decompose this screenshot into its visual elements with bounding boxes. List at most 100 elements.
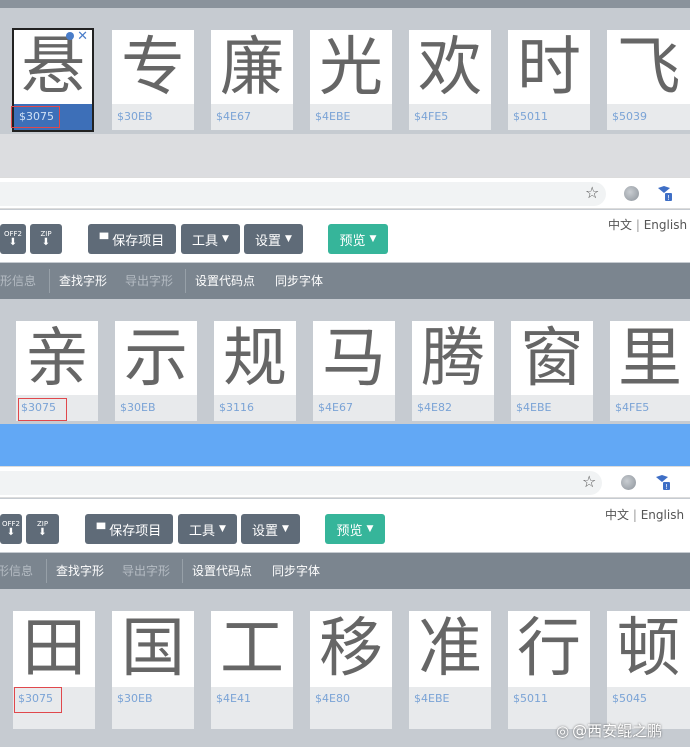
- save-project-button[interactable]: ▀ 保存项目: [85, 514, 173, 544]
- nav-sync-font[interactable]: 同步字体: [275, 263, 323, 299]
- glyph-char: 顿: [616, 612, 681, 686]
- save-label: 保存项目: [112, 233, 165, 249]
- download-zip-button[interactable]: ZIP ⬇: [26, 514, 59, 544]
- glyph-char: 行: [517, 612, 581, 686]
- glyph-tile[interactable]: 里 $4FE5: [610, 321, 690, 421]
- chevron-down-icon: ▼: [222, 234, 229, 244]
- glyph-char: 准: [418, 612, 482, 686]
- glyph-tile[interactable]: 欢 $4FE5: [409, 30, 491, 130]
- lang-en[interactable]: English: [644, 218, 687, 232]
- nav-export-glyph[interactable]: 导出字形: [125, 263, 173, 299]
- glyph-tile[interactable]: 飞 $5039: [607, 30, 690, 130]
- glyph-tile[interactable]: 工 $4E41: [211, 611, 293, 729]
- tools-dropdown[interactable]: 工具 ▼: [178, 514, 237, 544]
- address-bar: ☆ !: [0, 177, 690, 209]
- glyph-tile[interactable]: 专 $30EB: [112, 30, 194, 130]
- drive-icon: ▀: [96, 522, 106, 536]
- save-project-button[interactable]: ▀ 保存项目: [88, 224, 176, 254]
- glyph-tile[interactable]: 时 $5011: [508, 30, 590, 130]
- glyph-char: 飞: [616, 31, 681, 105]
- glyph-tile[interactable]: 移 $4E80: [310, 611, 392, 729]
- url-field[interactable]: [0, 182, 606, 206]
- glyph-char: 窗: [520, 322, 584, 396]
- globe-icon[interactable]: [624, 186, 639, 201]
- glyph-char: 欢: [418, 31, 482, 105]
- download-zip-button[interactable]: ZIP ⬇: [30, 224, 62, 254]
- nav-set-codepoint[interactable]: 设置代码点: [192, 553, 252, 589]
- settings-label: 设置: [255, 233, 282, 249]
- preview-dropdown[interactable]: 预览 ▼: [325, 514, 385, 544]
- glyph-code: $4FE5: [409, 104, 491, 130]
- star-icon[interactable]: ☆: [585, 183, 599, 203]
- download-woff2-button[interactable]: OFF2 ⬇: [0, 224, 26, 254]
- glyph-char: 廉: [220, 31, 284, 105]
- nav-find-glyph[interactable]: 查找字形: [56, 553, 104, 589]
- glyph-tile[interactable]: 光 $4EBE: [310, 30, 392, 130]
- lang-zh[interactable]: 中文: [608, 218, 632, 232]
- close-icon[interactable]: ✕: [77, 28, 88, 44]
- glyph-tile[interactable]: 规 $3116: [214, 321, 296, 421]
- download-arrow-icon: ⬇: [41, 237, 51, 248]
- glyph-char: 腾: [421, 322, 485, 396]
- glyph-code: $4E41: [211, 687, 293, 729]
- settings-dropdown[interactable]: 设置 ▼: [244, 224, 303, 254]
- language-switcher: 中文 | English: [608, 216, 687, 233]
- nav-glyph-info[interactable]: 字形信息: [0, 263, 36, 299]
- chevron-down-icon: ▼: [369, 234, 377, 244]
- extension-icon[interactable]: !: [656, 185, 672, 202]
- nav-sync-font[interactable]: 同步字体: [272, 553, 320, 589]
- glyph-tile[interactable]: 顿 $5045: [607, 611, 690, 729]
- glyph-tile[interactable]: 行 $5011: [508, 611, 590, 729]
- globe-icon[interactable]: [621, 475, 636, 490]
- glyph-char: 时: [517, 31, 581, 105]
- glyph-code: $4EBE: [511, 395, 593, 421]
- glyph-code: $30EB: [112, 687, 194, 729]
- preview-label: 预览: [339, 233, 366, 249]
- lang-en[interactable]: English: [641, 508, 684, 522]
- glyph-code: $4EBE: [310, 104, 392, 130]
- glyph-tile[interactable]: 腾 $4E82: [412, 321, 494, 421]
- code-highlight-box: [11, 106, 60, 128]
- nav-bar: 字形信息 查找字形 导出字形 设置代码点 同步字体: [0, 263, 690, 299]
- settings-dropdown[interactable]: 设置 ▼: [241, 514, 300, 544]
- tools-dropdown[interactable]: 工具 ▼: [181, 224, 240, 254]
- glyph-tile[interactable]: 窗 $4EBE: [511, 321, 593, 421]
- svg-text:!: !: [665, 483, 668, 490]
- download-woff2-button[interactable]: OFF2 ⬇: [0, 514, 22, 544]
- settings-label: 设置: [252, 523, 279, 539]
- glyph-tile[interactable]: 示 $30EB: [115, 321, 197, 421]
- watermark: ◎ @西安鲲之鹏: [556, 720, 662, 741]
- extension-icon[interactable]: !: [654, 474, 670, 491]
- glyph-char: 光: [319, 31, 383, 105]
- nav-export-glyph[interactable]: 导出字形: [122, 553, 170, 589]
- glyph-char: 里: [618, 322, 682, 396]
- glyph-char: 规: [223, 322, 287, 396]
- top-strip: [0, 0, 690, 8]
- lang-zh[interactable]: 中文: [605, 508, 629, 522]
- glyph-tile[interactable]: 廉 $4E67: [211, 30, 293, 130]
- edit-icon[interactable]: [66, 32, 74, 40]
- glyph-char: 田: [22, 612, 86, 686]
- nav-divider: [185, 269, 186, 293]
- glyph-code: $3116: [214, 395, 296, 421]
- nav-glyph-info[interactable]: 字形信息: [0, 553, 33, 589]
- nav-find-glyph[interactable]: 查找字形: [59, 263, 107, 299]
- preview-dropdown[interactable]: 预览 ▼: [328, 224, 388, 254]
- glyph-code: $4E80: [310, 687, 392, 729]
- glyph-code: $4FE5: [610, 395, 690, 421]
- code-highlight-box: [14, 687, 62, 713]
- glyph-tile[interactable]: 国 $30EB: [112, 611, 194, 729]
- glyph-grid-1: 悬 $3075 ✕ 专 $30EB 廉 $4E67 光 $4EBE 欢 $4FE…: [0, 8, 690, 134]
- nav-set-codepoint[interactable]: 设置代码点: [195, 263, 255, 299]
- glyph-code: $30EB: [115, 395, 197, 421]
- address-bar: ☆ !: [0, 466, 690, 498]
- watermark-text: @西安鲲之鹏: [572, 722, 663, 740]
- star-icon[interactable]: ☆: [582, 472, 596, 492]
- language-switcher: 中文 | English: [605, 506, 684, 523]
- url-field[interactable]: [0, 471, 602, 495]
- glyph-tile[interactable]: 马 $4E67: [313, 321, 395, 421]
- glyph-code: $30EB: [112, 104, 194, 130]
- glyph-tile[interactable]: 准 $4EBE: [409, 611, 491, 729]
- glyph-char: 专: [121, 31, 185, 105]
- drive-icon: ▀: [99, 232, 109, 246]
